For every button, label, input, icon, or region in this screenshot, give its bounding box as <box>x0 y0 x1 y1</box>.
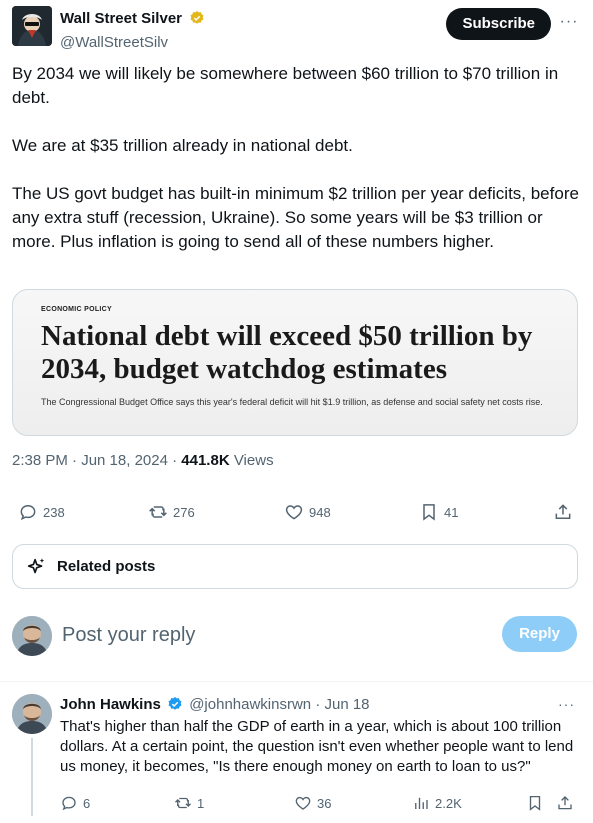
post-header: Wall Street Silver @WallStreetSilv Subsc… <box>12 6 581 51</box>
card-headline: National debt will exceed $50 trillion b… <box>41 320 533 385</box>
bookmark-count: 41 <box>444 504 459 520</box>
like-action[interactable]: 948 <box>284 500 331 524</box>
tweet-paragraph: By 2034 we will likely be somewhere betw… <box>12 64 559 107</box>
reply-like-action[interactable]: 36 <box>294 791 331 815</box>
views-label: Views <box>229 452 274 469</box>
more-options-icon[interactable]: ··· <box>559 12 579 32</box>
repost-count: 276 <box>173 504 195 520</box>
sparkle-icon <box>27 557 45 573</box>
reply-repost-action[interactable]: 1 <box>174 791 204 815</box>
repost-icon <box>149 506 167 518</box>
related-posts-label: Related posts <box>57 558 156 575</box>
reply-share-action[interactable] <box>556 791 574 815</box>
views-count: 441.8K <box>181 452 230 469</box>
meta-separator: · <box>167 452 182 469</box>
verified-blue-badge-icon[interactable] <box>167 696 183 716</box>
reply-input[interactable]: Post your reply <box>62 624 195 647</box>
reply-repost-count: 1 <box>197 795 205 811</box>
reply-reply-count: 6 <box>83 795 91 811</box>
reply-views-count: 2.2K <box>435 795 462 811</box>
divider <box>0 681 593 682</box>
current-user-avatar-image <box>12 616 52 656</box>
reply-like-count: 36 <box>317 795 332 811</box>
bookmark-action[interactable]: 41 <box>419 500 458 524</box>
post-timestamp[interactable]: 2:38 PM · Jun 18, 2024 <box>12 452 168 469</box>
subscribe-button[interactable]: Subscribe <box>446 8 551 40</box>
repost-icon <box>175 797 191 809</box>
reply-count: 238 <box>43 504 65 520</box>
reply-views-action[interactable]: 2.2K <box>412 791 462 815</box>
share-action[interactable] <box>553 500 573 524</box>
reply-author-avatar[interactable] <box>12 694 52 734</box>
thread-line <box>31 738 33 816</box>
author-handle[interactable]: @WallStreetSilv <box>60 34 205 51</box>
author-avatar-image <box>12 6 52 46</box>
reply-post[interactable]: John Hawkins @johnhawkinsrwn · Jun 18 ··… <box>12 694 581 819</box>
card-kicker: ECONOMIC POLICY <box>41 306 113 313</box>
post-meta: 2:38 PM · Jun 18, 2024 · 441.8K Views <box>12 452 274 469</box>
like-count: 948 <box>309 504 331 520</box>
reply-more-options-icon[interactable]: ··· <box>558 696 575 712</box>
reply-action-bar: 6 1 36 2.2K <box>60 791 581 811</box>
reply-icon <box>20 504 36 521</box>
reply-author-avatar-image <box>12 694 52 734</box>
current-user-avatar[interactable] <box>12 616 52 656</box>
reply-author-name[interactable]: John Hawkins <box>60 696 161 713</box>
share-icon <box>555 504 571 519</box>
related-posts-button[interactable]: Related posts <box>12 544 578 589</box>
card-subhead: The Congressional Budget Office says thi… <box>41 397 543 407</box>
author-avatar[interactable] <box>12 6 52 46</box>
reply-header: John Hawkins @johnhawkinsrwn · Jun 18 <box>60 696 370 716</box>
reply-action[interactable]: 238 <box>18 500 65 524</box>
reply-date[interactable]: · Jun 18 <box>311 696 369 713</box>
heart-icon <box>285 505 303 520</box>
reply-reply-action[interactable]: 6 <box>60 791 90 815</box>
repost-action[interactable]: 276 <box>148 500 195 524</box>
tweet-paragraph: The US govt budget has built-in minimum … <box>12 184 579 251</box>
tweet-paragraph: We are at $35 trillion already in nation… <box>12 136 353 155</box>
heart-icon <box>295 796 311 810</box>
reply-text: That's higher than half the GDP of earth… <box>60 718 574 775</box>
author-display-name[interactable]: Wall Street Silver <box>60 10 182 27</box>
reply-bookmark-action[interactable] <box>526 791 544 815</box>
author-name-block: Wall Street Silver @WallStreetSilv <box>60 10 205 51</box>
reply-composer: Post your reply Reply <box>12 614 581 656</box>
reply-author-handle[interactable]: @johnhawkinsrwn <box>189 696 311 713</box>
bookmark-icon <box>529 795 541 811</box>
bookmark-icon <box>423 504 435 521</box>
verified-gold-badge-icon[interactable] <box>189 10 205 31</box>
reply-icon <box>62 796 76 811</box>
share-icon <box>558 796 572 810</box>
analytics-icon <box>415 797 428 809</box>
reply-submit-button[interactable]: Reply <box>502 616 577 652</box>
article-card[interactable]: ECONOMIC POLICY National debt will excee… <box>12 289 578 436</box>
action-bar: 238 276 948 41 <box>12 500 581 524</box>
tweet-text: By 2034 we will likely be somewhere betw… <box>12 62 581 254</box>
